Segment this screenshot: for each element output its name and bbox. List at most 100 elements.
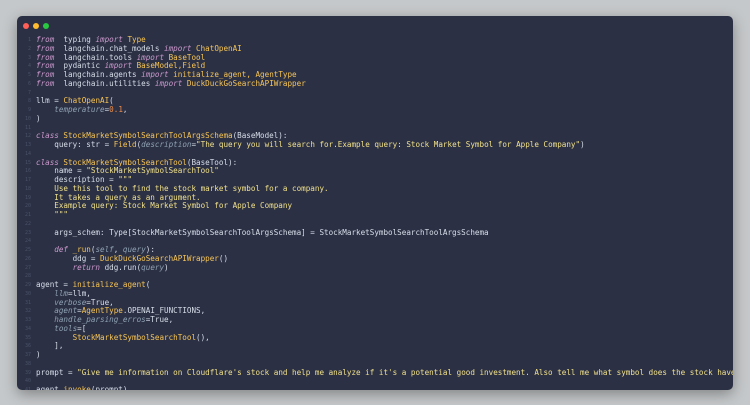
line-number: 15 (24, 159, 31, 166)
code-editor[interactable]: 1 from typing import Type 2 from langchain.… (17, 35, 733, 390)
code-token: DuckDuckGoSearchAPIWrapper (100, 253, 219, 263)
code-text: return ddg.run(query) (36, 262, 169, 273)
code-line: 29 agent = initialize_agent( (17, 280, 733, 290)
line-number: 23 (24, 229, 31, 236)
code-token: ) (36, 113, 41, 123)
line-number: 11 (24, 124, 31, 131)
code-line: 10) (17, 113, 733, 124)
code-token: agent. (36, 385, 64, 390)
code-token: StockMarketSymbolSearchTool (58, 157, 187, 167)
code-token: DuckDuckGoSearchAPIWrapper (182, 78, 306, 88)
code-token: Use this tool to find the stock market s… (36, 183, 329, 193)
code-token: StockMarketSymbolSearchToolArgsSchema (58, 131, 233, 141)
code-token: agent = (36, 280, 73, 289)
code-text: temperature=0.1, (36, 105, 127, 115)
code-token: import (104, 61, 133, 71)
line-number: 25 (24, 247, 31, 253)
line-number: 2 (27, 45, 31, 52)
code-token: .OPENAI_FUNCTIONS, (122, 306, 206, 316)
code-token: BaseTool (164, 52, 206, 62)
line-number: 20 (24, 203, 31, 210)
code-token: initialize_agent, AgentType (168, 70, 297, 79)
code-token: (), (196, 332, 210, 342)
line-number: 28 (24, 273, 31, 280)
line-number: 5 (27, 72, 31, 78)
line-number: 36 (24, 343, 31, 350)
code-window: 1 from typing import Type 2 from langchain.… (17, 16, 733, 390)
line-number: 13 (24, 142, 31, 148)
code-line: 27 return ddg.run(query) (17, 262, 733, 273)
line-number: 7 (27, 89, 31, 96)
code-token: from (36, 43, 55, 53)
code-token: =[ (77, 323, 87, 333)
line-number: 3 (27, 54, 31, 61)
code-token: agent (36, 306, 78, 316)
code-token: "The query you will search for.Example q… (196, 140, 581, 149)
code-token: import (95, 35, 123, 44)
code-token: tools (36, 323, 78, 333)
line-number: 34 (24, 325, 31, 332)
code-token: description = (36, 175, 119, 184)
code-token: handle_parsing_erros (36, 315, 146, 324)
line-number: 21 (24, 212, 31, 218)
code-token: temperature (54, 105, 105, 114)
code-token: query: str = (36, 140, 114, 149)
code-text: """ (36, 210, 69, 220)
code-token: AgentType (81, 306, 123, 316)
line-number: 8 (27, 98, 31, 105)
line-number: 14 (24, 150, 31, 157)
code-token: query (122, 245, 146, 254)
code-token: return (36, 262, 101, 272)
code-token: ddg = (36, 253, 101, 263)
code-line: 39 prompt = "Give me information on Cloud… (17, 367, 733, 378)
code-token: ( (109, 96, 114, 106)
window-titlebar (17, 16, 733, 34)
code-token: """ (36, 210, 69, 219)
code-line: 35 StockMarketSymbolSearchTool(), (17, 332, 733, 343)
code-token: _run (68, 245, 91, 254)
code-token: prompt = (36, 367, 78, 377)
code-token: description (141, 140, 192, 149)
code-line: 7 (17, 89, 733, 98)
line-number: 19 (24, 194, 31, 201)
close-dot-icon[interactable] (23, 23, 29, 29)
code-line: 36 ], (17, 341, 733, 351)
line-number: 31 (24, 299, 31, 306)
code-token: langchain.utilities (54, 78, 155, 88)
code-token: import (154, 78, 183, 88)
line-number: 26 (24, 255, 31, 262)
line-number: 37 (24, 352, 31, 358)
line-number: 30 (24, 290, 31, 297)
code-token: ddg.run( (100, 262, 142, 272)
code-token: "StockMarketSymbolSearchTool" (86, 166, 219, 176)
code-token: class (36, 131, 59, 141)
code-token: verbose (36, 297, 87, 307)
code-line: 33 handle_parsing_erros=True, (17, 315, 733, 325)
code-token: typing (54, 35, 96, 44)
code-text: Example query: Stock Market Symbol for A… (36, 201, 292, 211)
code-line: 37) (17, 350, 733, 360)
line-number: 24 (24, 238, 31, 245)
code-token: args_schem: Type[StockMarketSymbolSearch… (36, 227, 489, 237)
code-token: =True, (86, 297, 114, 307)
line-number: 41 (24, 387, 31, 390)
minimize-dot-icon[interactable] (33, 23, 39, 29)
code-token: import (136, 52, 165, 62)
line-number: 10 (24, 115, 31, 122)
code-token: langchain.chat_models (54, 43, 165, 53)
line-number: 16 (24, 168, 31, 175)
code-token: ) (36, 350, 41, 359)
code-token: langchain.agents (54, 70, 142, 79)
line-number: 1 (27, 37, 31, 43)
code-token: ( (145, 280, 151, 289)
code-token: ], (36, 341, 64, 351)
code-token: from (36, 78, 55, 88)
line-number: 29 (24, 282, 31, 288)
maximize-dot-icon[interactable] (43, 23, 49, 29)
code-token: query (141, 262, 165, 272)
code-token: StockMarketSymbolSearchTool (36, 332, 197, 342)
code-token: =True, (145, 315, 174, 324)
code-text: args_schem: Type[StockMarketSymbolSearch… (36, 227, 489, 238)
code-token: name = (36, 166, 87, 176)
line-number: 33 (24, 317, 31, 323)
